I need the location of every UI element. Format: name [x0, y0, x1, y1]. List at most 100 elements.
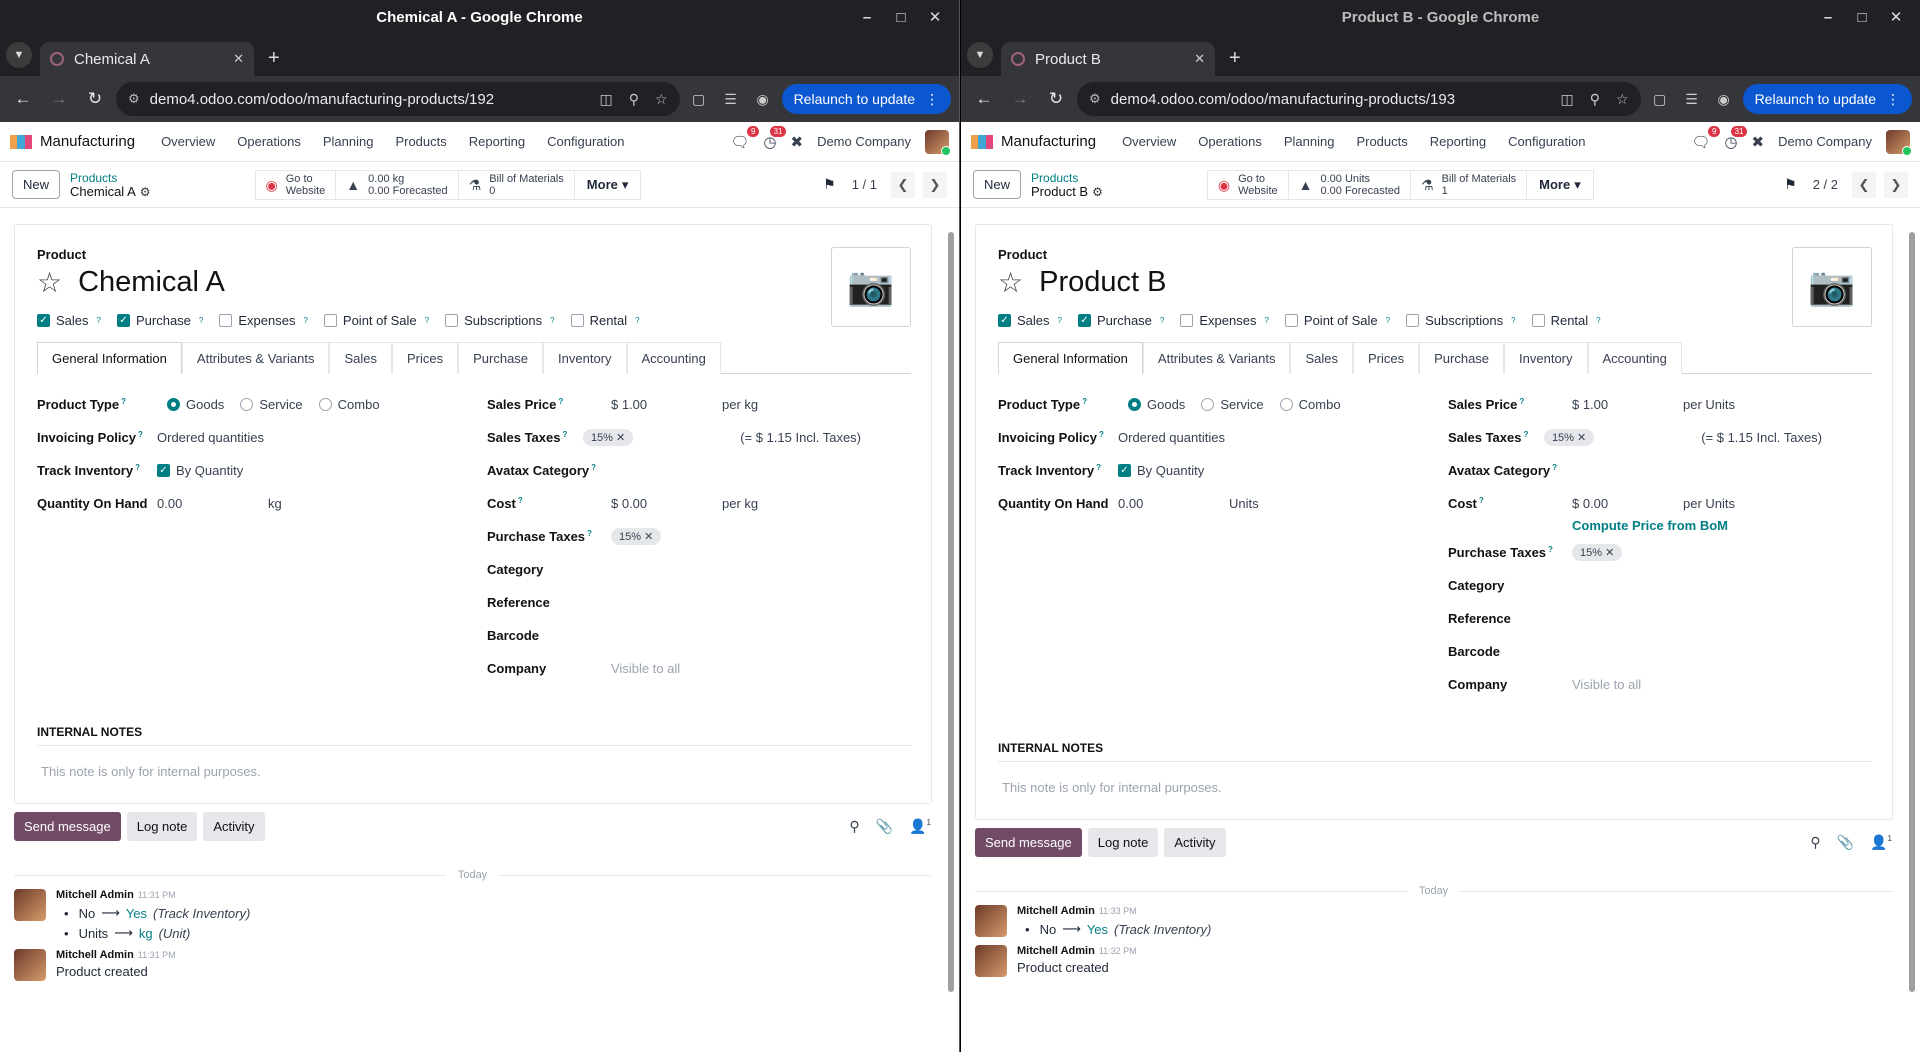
track-inventory-value[interactable]: By Quantity	[1137, 463, 1204, 478]
go-to-website-button[interactable]: ◉ Go to Website	[256, 170, 337, 199]
new-button[interactable]: New	[973, 170, 1022, 199]
send-message-button[interactable]: Send message	[14, 812, 121, 841]
menu-operations[interactable]: Operations	[237, 134, 301, 149]
tab-accounting[interactable]: Accounting	[626, 342, 721, 374]
scrollbar[interactable]	[947, 218, 955, 1008]
menu-products[interactable]: Products	[1356, 134, 1407, 149]
reading-list-icon[interactable]: ☰	[1679, 91, 1705, 108]
message-author[interactable]: Mitchell Admin	[1017, 905, 1095, 917]
tab-general-information[interactable]: General Information	[37, 342, 182, 374]
forward-icon[interactable]: →	[1005, 84, 1035, 114]
track-inventory-value[interactable]: By Quantity	[176, 463, 243, 478]
internal-notes-field[interactable]: This note is only for internal purposes.	[37, 764, 911, 779]
tab-attributes-variants[interactable]: Attributes & Variants	[181, 342, 330, 374]
option-sales[interactable]: ✓ Sales?	[37, 313, 101, 328]
new-tab-icon[interactable]: +	[268, 47, 280, 70]
window-titlebar[interactable]: Product B - Google Chrome – □ ✕	[961, 0, 1920, 34]
browser-tab[interactable]: Product B ✕	[1001, 42, 1215, 76]
company-switcher[interactable]: Demo Company	[1778, 134, 1872, 149]
menu-configuration[interactable]: Configuration	[1508, 134, 1585, 149]
followers-icon[interactable]: 👤1	[1870, 834, 1892, 851]
app-name[interactable]: Manufacturing	[1001, 133, 1096, 150]
log-note-button[interactable]: Log note	[1087, 828, 1159, 857]
purchase-tax-tag[interactable]: 15% ✕	[611, 528, 662, 545]
sales-tax-tag[interactable]: 15% ✕	[582, 429, 634, 446]
author-avatar[interactable]	[975, 945, 1007, 977]
relaunch-button[interactable]: Relaunch to update ⋮	[1742, 84, 1912, 114]
maximize-icon[interactable]: □	[889, 7, 913, 27]
back-icon[interactable]: ←	[8, 84, 38, 114]
minimize-icon[interactable]: –	[1816, 7, 1840, 27]
profile-icon[interactable]: ◉	[750, 91, 776, 108]
tab-general-information[interactable]: General Information	[998, 342, 1143, 374]
checkbox-icon[interactable]	[1531, 314, 1545, 327]
more-button[interactable]: More ▾	[575, 171, 641, 199]
radio-service[interactable]	[1201, 398, 1215, 411]
menu-overview[interactable]: Overview	[161, 134, 215, 149]
extensions-icon[interactable]: ▢	[686, 91, 712, 108]
tab-purchase[interactable]: Purchase	[1419, 342, 1505, 374]
zoom-icon[interactable]: ⚲	[629, 91, 639, 108]
checkbox-icon[interactable]	[1406, 314, 1420, 327]
menu-planning[interactable]: Planning	[1284, 134, 1335, 149]
kebab-menu-icon[interactable]: ⋮	[925, 91, 939, 108]
menu-products[interactable]: Products	[395, 134, 446, 149]
tab-inventory[interactable]: Inventory	[543, 342, 627, 374]
breadcrumb-products[interactable]: Products	[1031, 171, 1103, 185]
company-field[interactable]: Visible to all	[611, 661, 680, 676]
app-logo-icon[interactable]	[10, 134, 32, 149]
prev-record-icon[interactable]: ❮	[1852, 171, 1876, 198]
menu-reporting[interactable]: Reporting	[469, 134, 525, 149]
sales-price-field[interactable]: $ 1.00	[1572, 397, 1677, 412]
close-tab-icon[interactable]: ✕	[233, 51, 244, 67]
compute-price-from-bom-button[interactable]: Compute Price from BoM	[1572, 518, 1728, 533]
extensions-icon[interactable]: ▢	[1647, 91, 1673, 108]
gear-icon[interactable]: ⚙	[1092, 185, 1103, 199]
breadcrumb-products[interactable]: Products	[70, 171, 151, 185]
messages-icon[interactable]: 🗨 9	[730, 125, 760, 151]
favorite-star-icon[interactable]: ☆	[998, 266, 1023, 299]
tab-attributes-variants[interactable]: Attributes & Variants	[1142, 342, 1291, 374]
new-button[interactable]: New	[12, 170, 61, 199]
profile-icon[interactable]: ◉	[1711, 91, 1737, 108]
message-author[interactable]: Mitchell Admin	[56, 889, 134, 901]
kebab-menu-icon[interactable]: ⋮	[1886, 91, 1900, 108]
option-point-of-sale[interactable]: Point of Sale?	[1284, 313, 1390, 328]
option-subscriptions[interactable]: Subscriptions?	[445, 313, 555, 328]
option-expenses[interactable]: Expenses?	[219, 313, 308, 328]
debug-tools-icon[interactable]: ✖	[790, 133, 803, 151]
next-record-icon[interactable]: ❯	[1884, 171, 1908, 198]
maximize-icon[interactable]: □	[1850, 7, 1874, 27]
activities-icon[interactable]: ◷ 31	[763, 125, 787, 151]
tab-purchase[interactable]: Purchase	[458, 342, 544, 374]
bom-button[interactable]: ⚗ Bill of Materials 0	[459, 170, 575, 199]
pager-value[interactable]: 1 / 1	[852, 177, 877, 192]
search-icon[interactable]: ⚲	[849, 818, 859, 835]
author-avatar[interactable]	[14, 949, 46, 981]
option-expenses[interactable]: Expenses?	[1180, 313, 1269, 328]
checkbox-icon[interactable]	[1180, 314, 1194, 327]
checkbox-icon[interactable]	[219, 314, 233, 327]
cost-field[interactable]: $ 0.00	[611, 496, 716, 511]
sales-price-field[interactable]: $ 1.00	[611, 397, 716, 412]
favorite-star-icon[interactable]: ☆	[37, 266, 62, 299]
bookmark-star-icon[interactable]: ☆	[655, 91, 668, 108]
menu-planning[interactable]: Planning	[323, 134, 374, 149]
menu-configuration[interactable]: Configuration	[547, 134, 624, 149]
address-bar[interactable]: ⚙ demo4.odoo.com/odoo/manufacturing-produ…	[1077, 82, 1641, 116]
checkbox-icon[interactable]: ✓	[37, 314, 50, 327]
more-button[interactable]: More ▾	[1527, 171, 1593, 199]
company-switcher[interactable]: Demo Company	[817, 134, 911, 149]
checkbox-icon[interactable]	[1284, 314, 1298, 327]
window-titlebar[interactable]: Chemical A - Google Chrome – □ ✕	[0, 0, 959, 34]
bookmark-icon[interactable]: ⚑	[1784, 176, 1797, 193]
forecast-button[interactable]: ▲ 0.00 Units 0.00 Forecasted	[1289, 170, 1411, 199]
option-point-of-sale[interactable]: Point of Sale?	[323, 313, 429, 328]
bom-button[interactable]: ⚗ Bill of Materials 1	[1411, 170, 1528, 199]
product-image-upload[interactable]: 📷	[1792, 247, 1872, 327]
menu-operations[interactable]: Operations	[1198, 134, 1262, 149]
track-inventory-checkbox[interactable]: ✓	[1118, 464, 1131, 477]
app-name[interactable]: Manufacturing	[40, 133, 135, 150]
tab-prices[interactable]: Prices	[391, 342, 459, 374]
remove-tag-icon[interactable]: ✕	[644, 531, 653, 543]
